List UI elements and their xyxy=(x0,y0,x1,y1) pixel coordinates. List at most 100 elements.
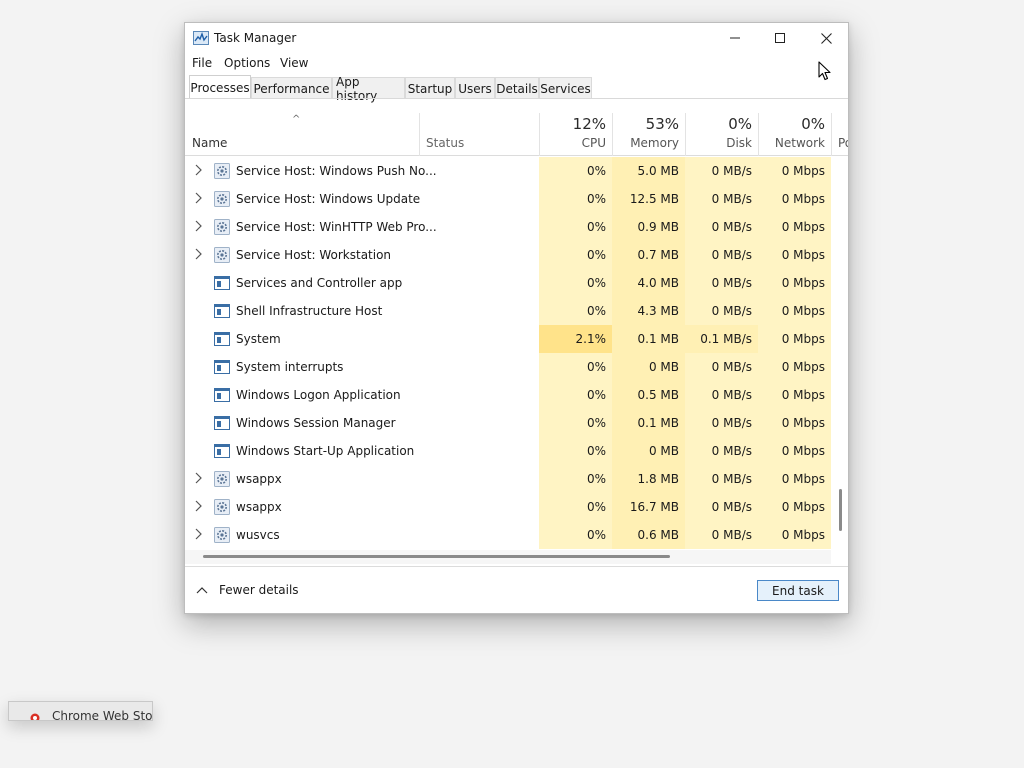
memory-value: 0.7 MB xyxy=(637,248,679,262)
close-button[interactable] xyxy=(803,23,848,53)
chevron-right-icon[interactable] xyxy=(194,164,202,176)
column-power-usage[interactable]: Po xyxy=(838,136,848,150)
taskbar-tooltip[interactable]: Chrome Web Store xyxy=(8,701,153,721)
tab-performance[interactable]: Performance xyxy=(251,77,332,99)
app-window-icon xyxy=(214,359,230,375)
column-cpu[interactable]: CPU xyxy=(539,136,606,150)
process-row[interactable]: wsappx 0% 1.8 MB 0 MB/s 0 Mbps xyxy=(185,465,832,493)
process-name: Windows Session Manager xyxy=(236,416,396,430)
process-row[interactable]: wsappx 0% 16.7 MB 0 MB/s 0 Mbps xyxy=(185,493,832,521)
disk-total-percent[interactable]: 0% xyxy=(685,115,752,133)
column-name[interactable]: Name xyxy=(192,136,227,150)
tab-details[interactable]: Details xyxy=(495,77,539,99)
gear-icon xyxy=(214,247,230,263)
process-row[interactable]: Services and Controller app 0% 4.0 MB 0 MB/… xyxy=(185,269,832,297)
process-row[interactable]: System 2.1% 0.1 MB 0.1 MB/s 0 Mbps xyxy=(185,325,832,353)
network-value: 0 Mbps xyxy=(781,192,825,206)
network-value: 0 Mbps xyxy=(781,248,825,262)
process-name: Windows Start-Up Application xyxy=(236,444,415,458)
column-status[interactable]: Status xyxy=(426,136,464,150)
tab-services[interactable]: Services xyxy=(539,77,592,99)
tab-users[interactable]: Users xyxy=(455,77,495,99)
disk-value: 0 MB/s xyxy=(711,500,752,514)
memory-value: 12.5 MB xyxy=(629,192,679,206)
cpu-value: 0% xyxy=(586,416,606,430)
memory-value: 0.5 MB xyxy=(637,388,679,402)
process-row[interactable]: Service Host: Workstation 0% 0.7 MB 0 MB/s 0… xyxy=(185,241,832,269)
network-value: 0 Mbps xyxy=(781,444,825,458)
cpu-value: 2.1% xyxy=(575,332,607,346)
chrome-web-store-icon xyxy=(30,713,40,720)
process-row[interactable]: Service Host: WinHTTP Web Pro... 0% 0.9 MB… xyxy=(185,213,832,241)
cpu-value: 0% xyxy=(586,304,606,318)
gear-icon xyxy=(214,471,230,487)
maximize-button[interactable] xyxy=(757,23,803,53)
fewer-details-toggle[interactable]: Fewer details xyxy=(196,583,299,597)
process-list: Service Host: Windows Push No... 0% 5.0 MB… xyxy=(185,157,832,549)
app-window-icon xyxy=(214,443,230,459)
task-manager-icon xyxy=(193,31,209,45)
chevron-right-icon[interactable] xyxy=(194,248,202,260)
app-window-icon xyxy=(214,303,230,319)
memory-value: 4.0 MB xyxy=(637,276,679,290)
process-row[interactable]: Service Host: Windows Update 0% 12.5 MB 0 M… xyxy=(185,185,832,213)
process-name: Service Host: WinHTTP Web Pro... xyxy=(236,220,437,234)
title-bar[interactable]: Task Manager xyxy=(185,23,848,53)
network-value: 0 Mbps xyxy=(781,472,825,486)
network-total-percent[interactable]: 0% xyxy=(758,115,825,133)
tab-startup[interactable]: Startup xyxy=(405,77,455,99)
column-memory[interactable]: Memory xyxy=(612,136,679,150)
cpu-value: 0% xyxy=(586,276,606,290)
cpu-total-percent[interactable]: 12% xyxy=(539,115,606,133)
process-name: Service Host: Windows Update xyxy=(236,192,421,206)
chevron-right-icon[interactable] xyxy=(194,192,202,204)
chevron-right-icon[interactable] xyxy=(194,472,202,484)
chevron-right-icon[interactable] xyxy=(194,528,202,540)
column-divider[interactable] xyxy=(419,113,420,156)
network-value: 0 Mbps xyxy=(781,220,825,234)
tab-app-history[interactable]: App history xyxy=(332,75,405,103)
process-name: wusvcs xyxy=(236,528,280,542)
horizontal-scrollbar-thumb[interactable] xyxy=(203,555,670,558)
column-network[interactable]: Network xyxy=(758,136,825,150)
process-name: Service Host: Workstation xyxy=(236,248,392,262)
process-row[interactable]: Windows Session Manager 0% 0.1 MB 0 MB/s 0 M… xyxy=(185,409,832,437)
process-name: wsappx xyxy=(236,500,282,514)
app-window-icon xyxy=(214,387,230,403)
gear-icon xyxy=(214,163,230,179)
task-manager-window: Task Manager File Options View Processes… xyxy=(184,22,849,614)
chevron-up-icon xyxy=(196,587,208,594)
process-row[interactable]: Service Host: Windows Push No... 0% 5.0 MB… xyxy=(185,157,832,185)
vertical-scrollbar-thumb[interactable] xyxy=(839,489,842,531)
process-row[interactable]: System interrupts 0% 0 MB 0 MB/s 0 Mbps xyxy=(185,353,832,381)
cpu-value: 0% xyxy=(586,248,606,262)
menu-options[interactable]: Options xyxy=(224,56,270,70)
process-row[interactable]: Windows Logon Application 0% 0.5 MB 0 MB/s 0… xyxy=(185,381,832,409)
process-row[interactable]: wusvcs 0% 0.6 MB 0 MB/s 0 Mbps xyxy=(185,521,832,549)
sort-ascending-icon[interactable]: ^ xyxy=(292,114,300,125)
column-disk[interactable]: Disk xyxy=(685,136,752,150)
network-value: 0 Mbps xyxy=(781,332,825,346)
disk-value: 0 MB/s xyxy=(711,276,752,290)
column-divider[interactable] xyxy=(831,113,832,156)
cpu-value: 0% xyxy=(586,192,606,206)
close-icon xyxy=(820,32,832,44)
end-task-button[interactable]: End task xyxy=(757,580,839,601)
chevron-right-icon[interactable] xyxy=(194,500,202,512)
tab-processes[interactable]: Processes xyxy=(189,75,251,99)
process-name: Service Host: Windows Push No... xyxy=(236,164,437,178)
menu-file[interactable]: File xyxy=(192,56,212,70)
disk-value: 0 MB/s xyxy=(711,164,752,178)
minimize-button[interactable] xyxy=(712,23,758,53)
cpu-value: 0% xyxy=(586,528,606,542)
memory-value: 0 MB xyxy=(648,444,679,458)
menu-view[interactable]: View xyxy=(280,56,308,70)
disk-value: 0 MB/s xyxy=(711,220,752,234)
app-window-icon xyxy=(214,275,230,291)
memory-total-percent[interactable]: 53% xyxy=(612,115,679,133)
process-row[interactable]: Windows Start-Up Application 0% 0 MB 0 MB/s… xyxy=(185,437,832,465)
process-row[interactable]: Shell Infrastructure Host 0% 4.3 MB 0 MB/s 0… xyxy=(185,297,832,325)
network-value: 0 Mbps xyxy=(781,304,825,318)
chevron-right-icon[interactable] xyxy=(194,220,202,232)
network-value: 0 Mbps xyxy=(781,164,825,178)
